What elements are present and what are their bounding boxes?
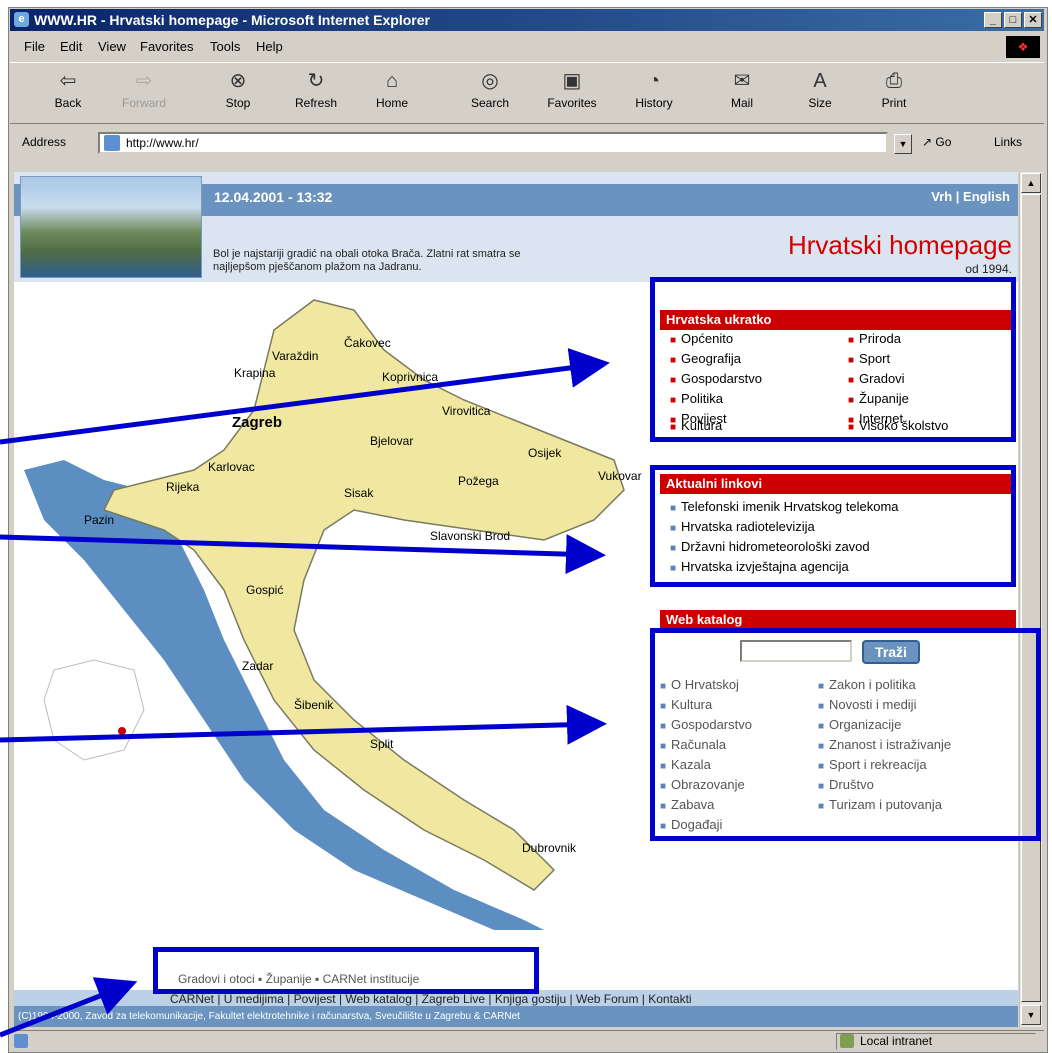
arrow-katalog (0, 704, 607, 745)
annotation-arrows (0, 348, 610, 1038)
arrow-aktualni (0, 534, 606, 575)
arrow-ukratko (0, 348, 610, 445)
arrow-footer (0, 977, 138, 1038)
